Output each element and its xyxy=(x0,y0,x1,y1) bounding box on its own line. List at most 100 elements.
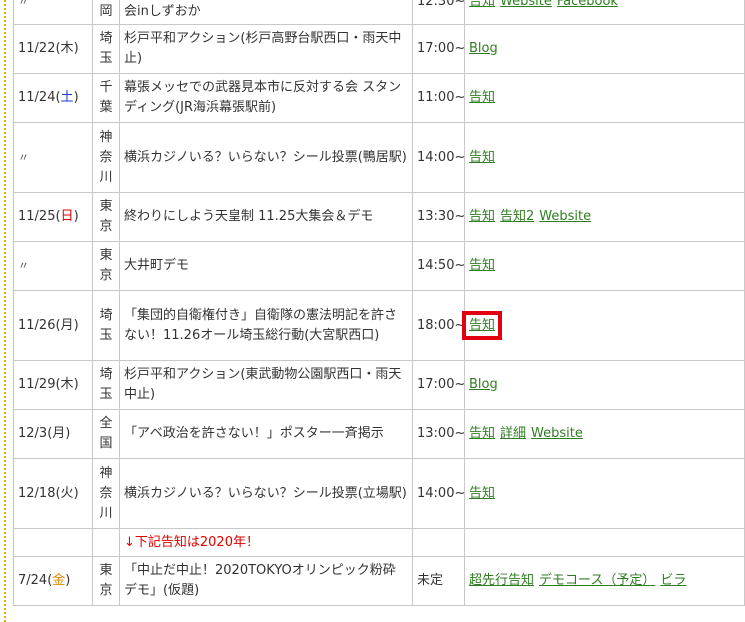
event-date: 〃 xyxy=(13,0,93,25)
date-close-paren: ) xyxy=(65,573,71,588)
event-link[interactable]: Facebook xyxy=(557,0,618,9)
prefecture-char: 玉 xyxy=(99,51,113,66)
event-prefecture: 神奈川 xyxy=(92,458,120,529)
event-link[interactable]: Website xyxy=(539,209,591,224)
prefecture-char: 千 xyxy=(99,80,113,95)
weekday-text: 金 xyxy=(52,573,66,588)
event-link[interactable]: 詳細 xyxy=(500,426,526,441)
event-row: 11/29(木) 埼玉杉戸平和アクション(東武動物公園駅西口・雨天中止) 17:00… xyxy=(13,360,745,410)
event-link[interactable]: 告知 xyxy=(469,0,495,9)
date-close-paren: ) xyxy=(73,317,79,333)
event-link[interactable]: 告知2 xyxy=(500,209,534,224)
prefecture-char: 国 xyxy=(99,436,113,451)
event-prefecture: 全国 xyxy=(92,409,120,459)
event-link[interactable]: Blog xyxy=(469,41,498,56)
event-row: 〃 静岡浜岡原発の再稼働をさせない！11.18 まわり集会inしずおか12:30~… xyxy=(13,0,745,25)
event-date: 11/22(木) xyxy=(13,24,93,74)
prefecture-char: 京 xyxy=(99,268,113,283)
event-description: 「集団的自衛権付き」自衛隊の憲法明記を許さない！11.26オール埼玉総行動(大宮… xyxy=(119,290,413,361)
weekday-text: 土 xyxy=(60,90,74,105)
event-link[interactable]: デモコース（予定） xyxy=(539,573,655,588)
event-links: Blog xyxy=(464,24,745,74)
event-date: 12/18(火) xyxy=(13,458,93,529)
event-row: 〃 神奈川横浜カジノいる？いらない？シール投票(鴨居駅) 14:00~ 告知 xyxy=(13,122,745,193)
event-time: 14:00~ xyxy=(412,458,465,529)
prefecture-char: 埼 xyxy=(99,367,113,382)
event-prefecture: 千葉 xyxy=(92,73,120,123)
event-row: 11/22(木) 埼玉杉戸平和アクション(杉戸高野台駅西口・雨天中止) 17:00~… xyxy=(13,24,745,74)
event-prefecture: 埼玉 xyxy=(92,360,120,410)
prefecture-char: 京 xyxy=(99,583,113,598)
event-time: 13:00~ xyxy=(412,409,465,459)
weekday-text: 火 xyxy=(60,485,74,501)
event-row: 12/18(火) 神奈川横浜カジノいる？いらない？シール投票(立場駅) 14:00~… xyxy=(13,458,745,529)
event-links: 告知 Website Facebook xyxy=(464,0,745,25)
event-prefecture: 埼玉 xyxy=(92,24,120,74)
event-link[interactable]: 告知 xyxy=(461,310,503,340)
date-close-paren: ) xyxy=(73,209,79,224)
page-border-dotted xyxy=(4,0,6,622)
event-date: 11/24(土) xyxy=(13,73,93,123)
notice-empty-cell xyxy=(464,528,745,557)
event-link[interactable]: Blog xyxy=(469,377,498,392)
event-description: 杉戸平和アクション(杉戸高野台駅西口・雨天中止) xyxy=(119,24,413,74)
event-time: 17:00~ xyxy=(412,360,465,410)
event-links: 告知 xyxy=(464,73,745,123)
event-link[interactable]: 告知 xyxy=(469,258,495,273)
event-link[interactable]: 告知 xyxy=(469,90,495,105)
events-table-body: 〃 静岡浜岡原発の再稼働をさせない！11.18 まわり集会inしずおか12:30~… xyxy=(13,0,745,606)
event-link[interactable]: Website xyxy=(531,426,583,441)
date-text: 11/25( xyxy=(18,209,61,224)
ditto-mark: 〃 xyxy=(18,0,29,8)
ditto-mark: 〃 xyxy=(18,259,29,272)
event-prefecture: 東京 xyxy=(92,556,120,606)
event-description: 浜岡原発の再稼働をさせない！11.18 まわり集会inしずおか xyxy=(119,0,413,25)
event-date: 〃 xyxy=(13,241,93,291)
event-prefecture: 神奈川 xyxy=(92,122,120,193)
event-links: 告知 xyxy=(464,458,745,529)
event-link[interactable]: 告知 xyxy=(469,486,495,501)
event-time: 11:00~ xyxy=(412,73,465,123)
event-time: 未定 xyxy=(412,556,465,606)
event-row: 7/24(金) 東京「中止だ中止！2020TOKYOオリンピック粉砕デモ」(仮題)… xyxy=(13,556,745,606)
event-link[interactable]: 告知 xyxy=(469,150,495,165)
prefecture-char: 奈 xyxy=(99,485,113,501)
prefecture-char: 東 xyxy=(99,199,113,214)
event-description: 終わりにしよう天皇制 11.25大集会＆デモ xyxy=(119,192,413,242)
event-row: 11/25(日) 東京終わりにしよう天皇制 11.25大集会＆デモ 13:30~ 告知… xyxy=(13,192,745,242)
date-text: 12/3( xyxy=(18,426,53,441)
events-table: 〃 静岡浜岡原発の再稼働をさせない！11.18 まわり集会inしずおか12:30~… xyxy=(13,0,745,606)
ditto-mark: 〃 xyxy=(18,150,29,164)
prefecture-char: 岡 xyxy=(99,3,113,19)
prefecture-char: 埼 xyxy=(99,31,113,46)
event-prefecture: 東京 xyxy=(92,192,120,242)
date-text: 11/22( xyxy=(18,41,61,56)
event-link[interactable]: ビラ xyxy=(660,573,686,588)
weekday-text: 木 xyxy=(60,41,74,56)
prefecture-char: 神 xyxy=(99,129,113,145)
weekday-text: 月 xyxy=(60,317,74,333)
event-link[interactable]: Website xyxy=(500,0,552,9)
event-prefecture: 静岡 xyxy=(92,0,120,25)
prefecture-char: 京 xyxy=(99,219,113,234)
event-links: 告知 詳細 Website xyxy=(464,409,745,459)
notice-empty-cell xyxy=(13,528,93,557)
weekday-text: 月 xyxy=(52,426,66,441)
event-row: 12/3(月) 全国「アベ政治を許さない！」ポスター一斉掲示 13:00~ 告知 詳細 W… xyxy=(13,409,745,459)
date-close-paren: ) xyxy=(73,485,79,501)
event-row: 11/26(月) 埼玉「集団的自衛権付き」自衛隊の憲法明記を許さない！11.26オ… xyxy=(13,290,745,361)
prefecture-char: 奈 xyxy=(99,149,113,165)
event-time: 13:30~ xyxy=(412,192,465,242)
event-link[interactable]: 超先行告知 xyxy=(469,573,534,588)
event-links: 告知 xyxy=(461,290,745,361)
prefecture-char: 神 xyxy=(99,465,113,481)
event-description: 横浜カジノいる？いらない？シール投票(立場駅) xyxy=(119,458,413,529)
prefecture-char: 川 xyxy=(99,169,113,185)
event-description: 杉戸平和アクション(東武動物公園駅西口・雨天中止) xyxy=(119,360,413,410)
event-link[interactable]: 告知 xyxy=(469,426,495,441)
prefecture-char: 全 xyxy=(99,416,113,431)
event-prefecture: 東京 xyxy=(92,241,120,291)
event-link[interactable]: 告知 xyxy=(469,209,495,224)
weekday-text: 木 xyxy=(60,377,74,392)
date-text: 12/18( xyxy=(18,485,61,501)
